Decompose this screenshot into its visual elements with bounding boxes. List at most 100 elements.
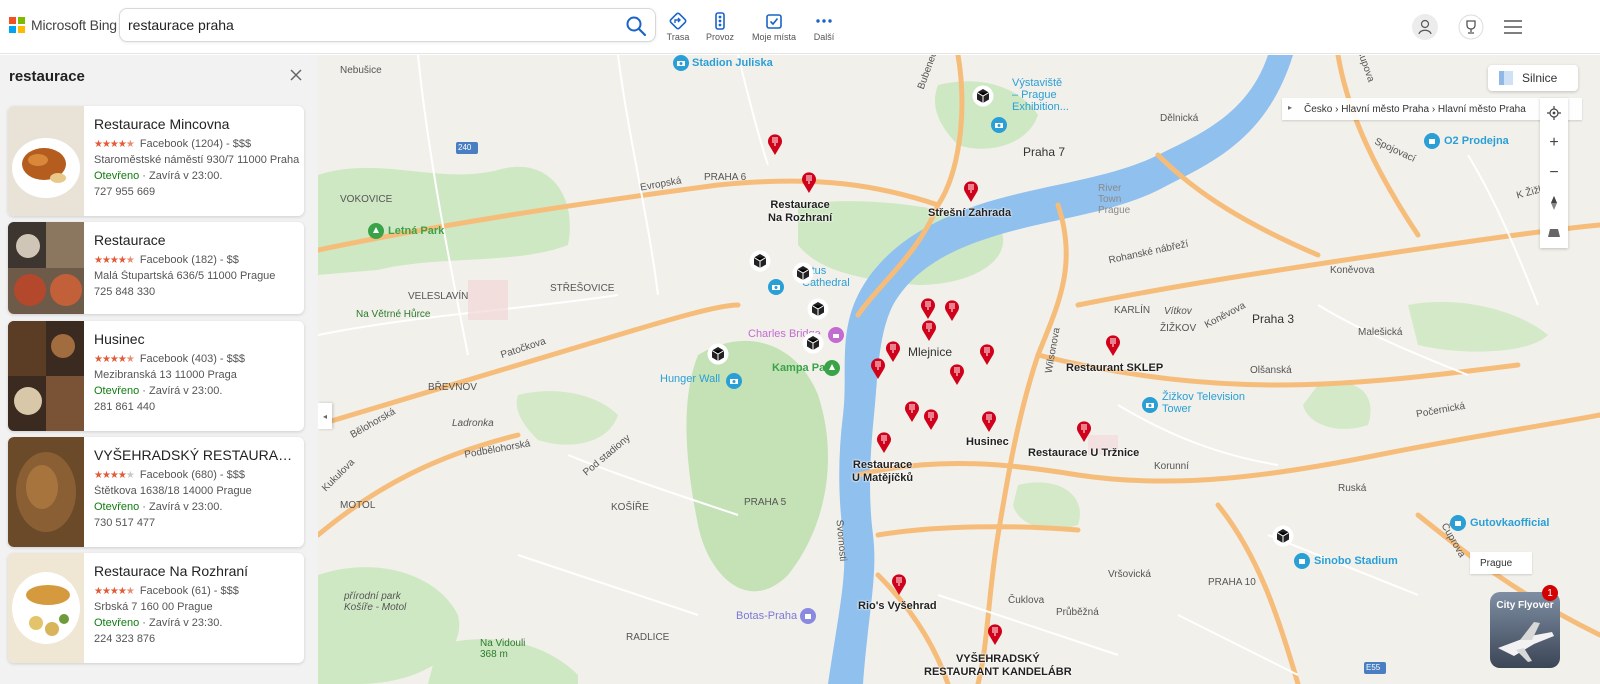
city-flyover-button[interactable]: City Flyover <box>1490 592 1560 668</box>
map-label-delnicka: Dělnická <box>1160 113 1199 124</box>
map-label-cuklova: Čuklova <box>1008 595 1045 606</box>
restaurant-pin-icon[interactable] <box>963 180 979 202</box>
restaurant-pin-icon[interactable] <box>921 319 937 341</box>
map-controls: + − <box>1540 98 1568 248</box>
close-icon[interactable] <box>288 67 304 83</box>
restaurant-pin-icon[interactable] <box>1105 334 1121 356</box>
restaurant-pin-icon[interactable] <box>801 171 817 193</box>
3d-landmark-icon[interactable] <box>1272 525 1294 547</box>
map-label-vysehradsky[interactable]: VYŠEHRADSKÝ RESTAURANT KANDELÁBR <box>924 653 1072 679</box>
map-label-ladronka: Ladronka <box>452 418 494 429</box>
my-places-button[interactable]: Moje místa <box>748 12 800 48</box>
poi-sinobo-stadium[interactable]: Sinobo Stadium <box>1314 555 1398 567</box>
map-label-husinec[interactable]: Husinec <box>966 436 1009 449</box>
search-box <box>119 8 656 42</box>
park-poi-icon[interactable] <box>824 360 840 376</box>
map-label-zizkov: ŽIŽKOV <box>1160 323 1197 334</box>
road-map-icon <box>1499 71 1513 85</box>
result-phone: 730 517 477 <box>94 517 156 529</box>
map-style-button[interactable]: Silnice <box>1488 65 1578 91</box>
restaurant-pin-icon[interactable] <box>885 340 901 362</box>
restaurant-pin-icon[interactable] <box>923 408 939 430</box>
prague-location-tag[interactable]: Prague <box>1470 552 1532 574</box>
restaurant-pin-icon[interactable] <box>949 363 965 385</box>
map-label-veleslavin: VELESLAVÍN <box>408 291 469 302</box>
result-phone: 725 848 330 <box>94 286 156 298</box>
rating-stars: ★★★★★ <box>94 585 135 597</box>
poi-letna-park[interactable]: Letná Park <box>388 225 444 237</box>
map-label-restaurace-u-matejicku[interactable]: Restaurace U Matějíčků <box>852 459 913 485</box>
restaurant-pin-icon[interactable] <box>870 357 886 379</box>
shop-poi-icon[interactable] <box>1424 133 1440 149</box>
restaurant-pin-icon[interactable] <box>920 297 936 319</box>
camera-poi-icon[interactable] <box>991 117 1007 133</box>
tilt-icon[interactable] <box>1540 218 1568 248</box>
3d-landmark-icon[interactable] <box>707 343 729 365</box>
3d-landmark-icon[interactable] <box>807 298 829 320</box>
search-icon[interactable] <box>625 15 647 37</box>
restaurant-pin-icon[interactable] <box>987 623 1003 645</box>
map-label-restaurace-na-rozhrani[interactable]: Restaurace Na Rozhraní <box>768 199 832 225</box>
closing-time: · Zavírá v 23:00. <box>139 385 223 397</box>
hamburger-menu-icon[interactable] <box>1500 14 1526 40</box>
map-canvas[interactable]: Nebušice Bubeneč 240 E55 Praha 7 Praha 3… <box>318 55 1600 684</box>
location-breadcrumb[interactable]: ▸ Česko › Hlavní město Praha › Hlavní mě… <box>1282 98 1582 120</box>
restaurant-pin-icon[interactable] <box>1076 420 1092 442</box>
poi-o2-prodejna[interactable]: O2 Prodejna <box>1444 135 1509 147</box>
map-label-stresni-zahrada[interactable]: Střešní Zahrada <box>928 207 1011 220</box>
microsoft-logo-icon <box>9 17 25 33</box>
search-input[interactable] <box>128 15 608 35</box>
result-card-na-rozhrani[interactable]: Restaurace Na Rozhraní ★★★★★ Facebook (61… <box>8 553 304 663</box>
poi-zizkov-tower[interactable]: Žižkov Television Tower <box>1162 391 1245 415</box>
map-label-restaurace-u-trznice[interactable]: Restaurace U Tržnice <box>1028 447 1139 460</box>
shop-poi-icon[interactable] <box>1450 515 1466 531</box>
result-address: Štětkova 1638/18 14000 Prague <box>94 485 252 497</box>
restaurant-pin-icon[interactable] <box>904 400 920 422</box>
map-label-na-vidouli: Na Vidouli 368 m <box>480 638 526 660</box>
3d-landmark-icon[interactable] <box>972 85 994 107</box>
map-label-restaurant-sklep[interactable]: Restaurant SKLEP <box>1066 362 1163 375</box>
camera-poi-icon[interactable] <box>1142 397 1158 413</box>
map-label-vitkov: Vítkov <box>1164 306 1192 317</box>
result-card-vysehradsky[interactable]: VYŠEHRADSKÝ RESTAURANT ... ★★★★★ Facebook… <box>8 437 304 547</box>
collapse-panel-button[interactable]: ◂ <box>318 403 332 429</box>
traffic-button[interactable]: Provoz <box>694 12 746 48</box>
poi-stadion-juliska[interactable]: Stadion Juliska <box>692 57 773 69</box>
hotel-poi-icon[interactable] <box>828 327 844 343</box>
stadium-poi-icon[interactable] <box>1294 553 1310 569</box>
camera-poi-icon[interactable] <box>726 373 742 389</box>
user-avatar-icon[interactable] <box>1412 14 1438 40</box>
restaurant-pin-icon[interactable] <box>767 133 783 155</box>
shop-poi-icon[interactable] <box>800 608 816 624</box>
poi-vystaviste[interactable]: Výstaviště – Prague Exhibition... <box>1012 77 1069 113</box>
restaurant-photo <box>8 553 84 663</box>
bing-logo[interactable]: Microsoft Bing <box>9 17 117 33</box>
poi-botas-praha[interactable]: Botas-Praha <box>736 610 797 622</box>
zoom-out-icon[interactable]: − <box>1540 158 1568 188</box>
map-label-rios-vysehrad[interactable]: Rio's Vyšehrad <box>858 600 937 613</box>
park-poi-icon[interactable] <box>368 223 384 239</box>
more-button[interactable]: Další <box>798 12 850 48</box>
3d-landmark-icon[interactable] <box>792 262 814 284</box>
camera-poi-icon[interactable] <box>768 279 784 295</box>
3d-landmark-icon[interactable] <box>749 250 771 272</box>
restaurant-pin-icon[interactable] <box>891 573 907 595</box>
result-name: Husinec <box>94 331 145 347</box>
3d-landmark-icon[interactable] <box>802 332 824 354</box>
result-address: Malá Štupartská 636/5 11000 Prague <box>94 270 276 282</box>
compass-icon[interactable] <box>1540 188 1568 218</box>
restaurant-pin-icon[interactable] <box>981 410 997 432</box>
zoom-in-icon[interactable]: + <box>1540 128 1568 158</box>
rewards-trophy-icon[interactable] <box>1458 14 1484 40</box>
result-card-restaurace[interactable]: Restaurace ★★★★★ Facebook (182) - $$ Malá… <box>8 222 304 314</box>
breadcrumb-text: Česko › Hlavní město Praha › Hlavní měst… <box>1304 103 1526 115</box>
restaurant-pin-icon[interactable] <box>979 343 995 365</box>
camera-poi-icon[interactable] <box>673 55 689 71</box>
result-card-husinec[interactable]: Husinec ★★★★★ Facebook (403) - $$$ Mezibr… <box>8 321 304 431</box>
restaurant-pin-icon[interactable] <box>876 431 892 453</box>
poi-hunger-wall[interactable]: Hunger Wall <box>660 373 720 385</box>
poi-gutovkaofficial[interactable]: Gutovkaofficial <box>1470 517 1549 529</box>
result-card-mincovna[interactable]: Restaurace Mincovna ★★★★★ Facebook (1204)… <box>8 106 304 216</box>
locate-me-icon[interactable] <box>1540 98 1568 128</box>
restaurant-pin-icon[interactable] <box>944 299 960 321</box>
